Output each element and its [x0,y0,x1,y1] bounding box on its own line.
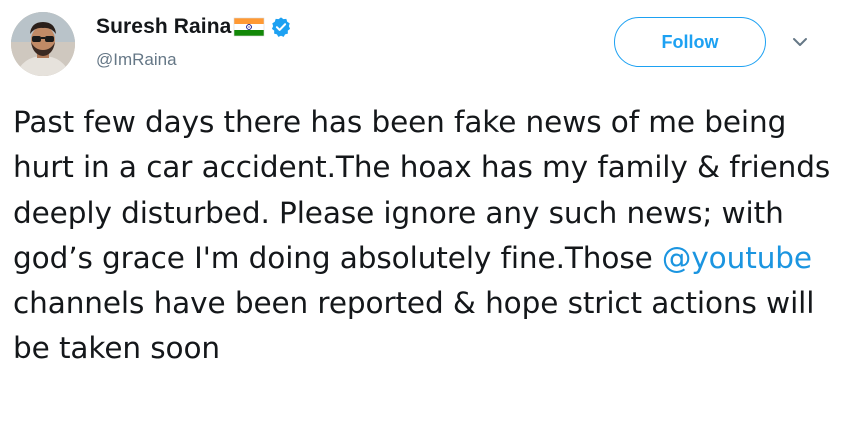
tweet-text-part2: channels have been reported & hope stric… [13,286,815,366]
display-name[interactable]: Suresh Raina [96,15,231,39]
avatar-photo-icon [11,12,75,76]
mention-link[interactable]: @youtube [662,241,812,275]
chevron-down-icon[interactable] [790,34,810,50]
avatar[interactable] [11,12,75,76]
tweet-card: Suresh Raina @ImRaina Follow Past few da… [0,0,850,436]
india-flag-icon [233,17,265,37]
name-row: Suresh Raina [96,13,292,41]
tweet-text: Past few days there has been fake news o… [13,100,843,372]
tweet-header: Suresh Raina @ImRaina Follow [0,0,850,95]
user-handle[interactable]: @ImRaina [96,50,177,70]
follow-button[interactable]: Follow [614,17,766,67]
verified-badge-icon [270,16,292,38]
